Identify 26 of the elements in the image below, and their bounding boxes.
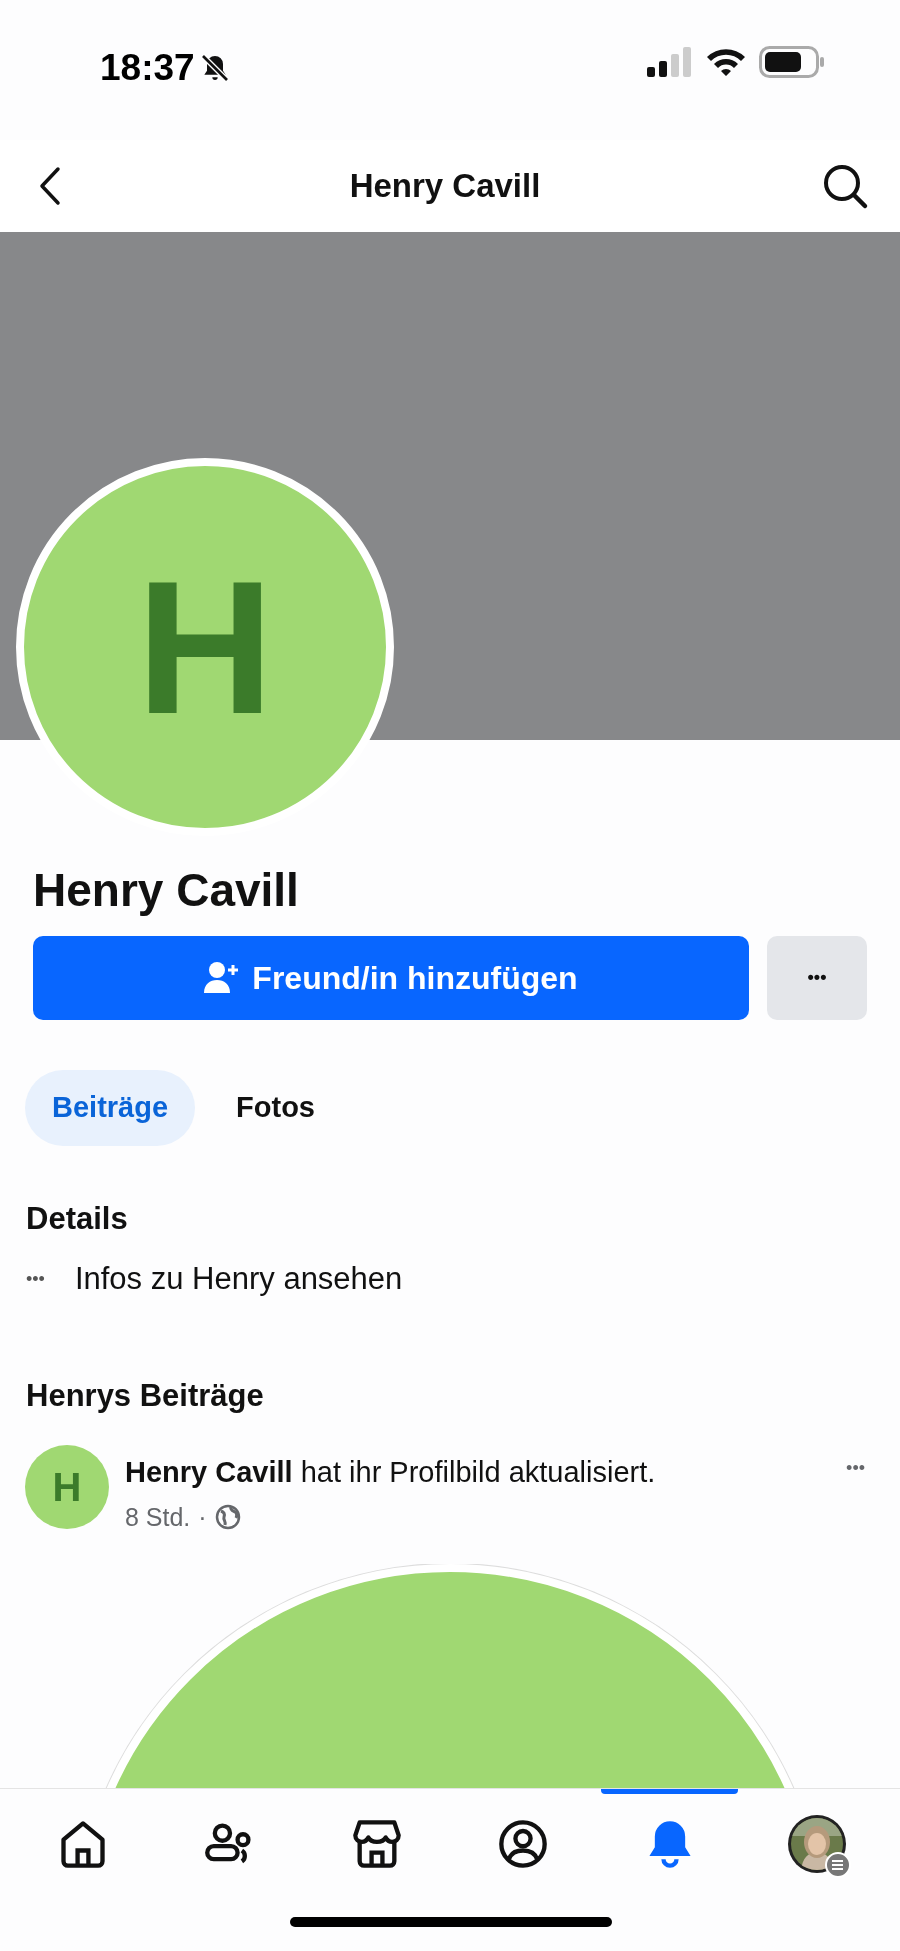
- profile-icon: [497, 1818, 550, 1870]
- dots-icon: •••: [26, 1265, 45, 1293]
- avatar-initial: H: [52, 1464, 82, 1511]
- post-menu-icon[interactable]: •••: [846, 1445, 875, 1482]
- shop-icon: [350, 1818, 403, 1870]
- profile-tab[interactable]: Fotos: [209, 1069, 342, 1146]
- battery-icon: [759, 46, 825, 78]
- post-avatar[interactable]: H: [25, 1445, 109, 1529]
- profile-tab[interactable]: Beiträge: [25, 1069, 196, 1146]
- post-description: Henry Cavill hat ihr Profilbild aktualisiert.: [125, 1455, 657, 1490]
- section-heading: Details: [26, 1199, 129, 1238]
- more-button[interactable]: •••: [767, 935, 867, 1020]
- page-title: Henry Cavill: [349, 166, 541, 207]
- profile-name: Henry Cavill: [33, 863, 300, 918]
- separator-dot: ·: [198, 1501, 207, 1533]
- avatar-initial: H: [136, 552, 274, 742]
- status-time: 18:37: [100, 46, 195, 90]
- section-heading: Henrys Beiträge: [26, 1376, 265, 1415]
- about-link[interactable]: Infos zu Henry ansehen: [74, 1256, 403, 1303]
- globe-icon: [214, 1504, 241, 1531]
- menu-badge-icon: [824, 1852, 851, 1878]
- signal-icon: [647, 47, 693, 77]
- post-time: 8 Std.: [125, 1501, 191, 1533]
- add-person-icon: [204, 960, 241, 995]
- add-friend-button[interactable]: Freund/in hinzufügen: [33, 935, 749, 1020]
- wifi-icon: [705, 46, 747, 78]
